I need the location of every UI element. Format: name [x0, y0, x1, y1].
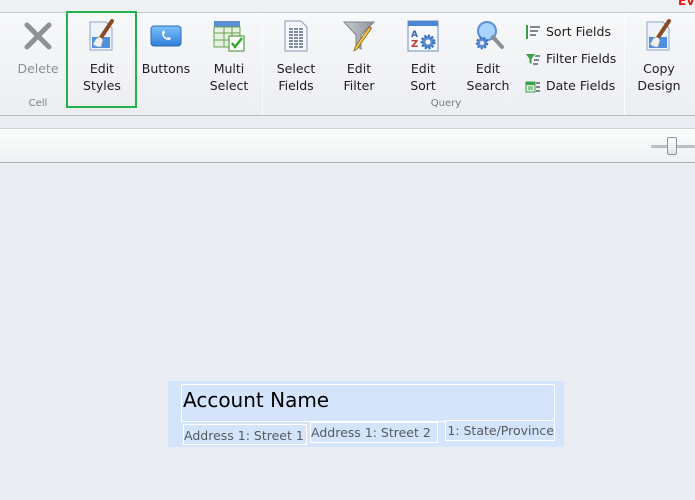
field-cell-street-1[interactable]: Address 1: Street 1 — [183, 424, 307, 445]
edit-filter-button[interactable]: Edit Filter — [334, 17, 384, 95]
date-fields-label: Date Fields — [546, 78, 616, 93]
edit-filter-label: Edit Filter — [343, 61, 375, 93]
funnel-pencil-icon — [342, 19, 376, 53]
copy-design-label: Copy Design — [637, 61, 681, 93]
fields-button-stack: Sort Fields Filter Fields Date Fields — [524, 18, 616, 99]
zoom-slider-thumb[interactable] — [667, 137, 677, 155]
edit-sort-label: Edit Sort — [410, 61, 436, 93]
ribbon-bottom-strip — [0, 117, 695, 129]
delete-x-icon — [21, 19, 55, 53]
edit-search-label: Edit Search — [466, 61, 510, 93]
paintbrush-icon — [642, 19, 676, 53]
date-fields-button[interactable]: Date Fields — [524, 72, 616, 99]
filter-fields-icon — [524, 51, 542, 67]
date-fields-icon — [524, 78, 542, 94]
grid-check-icon — [212, 19, 246, 53]
document-list-icon — [279, 19, 313, 53]
zoom-bar — [0, 129, 695, 163]
field-text: Address 1: Street 1 — [184, 428, 304, 443]
copy-design-button[interactable]: Copy Design — [632, 17, 686, 95]
field-text: Address 1: Street 2 — [311, 425, 431, 440]
az-gear-icon: A Z — [406, 19, 440, 53]
phone-button-icon — [149, 19, 183, 53]
field-cell-street-2[interactable]: Address 1: Street 2 — [310, 422, 438, 443]
group-label-query: Query — [430, 98, 462, 109]
sort-fields-icon — [524, 24, 542, 40]
cut-off-red-label: Ev — [677, 0, 695, 8]
select-fields-label: Select Fields — [276, 61, 316, 93]
filter-fields-button[interactable]: Filter Fields — [524, 45, 616, 72]
edit-search-button[interactable]: Edit Search — [462, 17, 514, 95]
multi-select-button[interactable]: Multi Select — [204, 17, 254, 95]
magnifier-gear-icon — [471, 19, 505, 53]
account-name-cell[interactable]: Account Name — [181, 384, 555, 422]
group-separator — [624, 13, 625, 115]
buttons-button[interactable]: Buttons — [140, 17, 192, 95]
group-label-cell: Cell — [28, 98, 48, 109]
sort-fields-button[interactable]: Sort Fields — [524, 18, 616, 45]
design-surface — [0, 164, 695, 500]
field-cell-state-province[interactable]: Address 1: State/Province — [445, 420, 555, 441]
svg-text:Z: Z — [411, 39, 418, 50]
multi-select-label: Multi Select — [209, 61, 249, 93]
account-name-text: Account Name — [183, 388, 330, 412]
field-text: Address 1: State/Province — [446, 423, 554, 438]
filter-fields-label: Filter Fields — [546, 51, 617, 66]
delete-label: Delete — [17, 61, 59, 76]
edit-sort-button[interactable]: A Z Edit Sort — [398, 17, 448, 95]
delete-button[interactable]: Delete — [14, 17, 62, 95]
sort-fields-label: Sort Fields — [546, 24, 611, 39]
edit-styles-highlight — [66, 11, 137, 108]
group-separator — [262, 13, 263, 115]
select-fields-button[interactable]: Select Fields — [270, 17, 322, 95]
buttons-label: Buttons — [141, 61, 191, 76]
